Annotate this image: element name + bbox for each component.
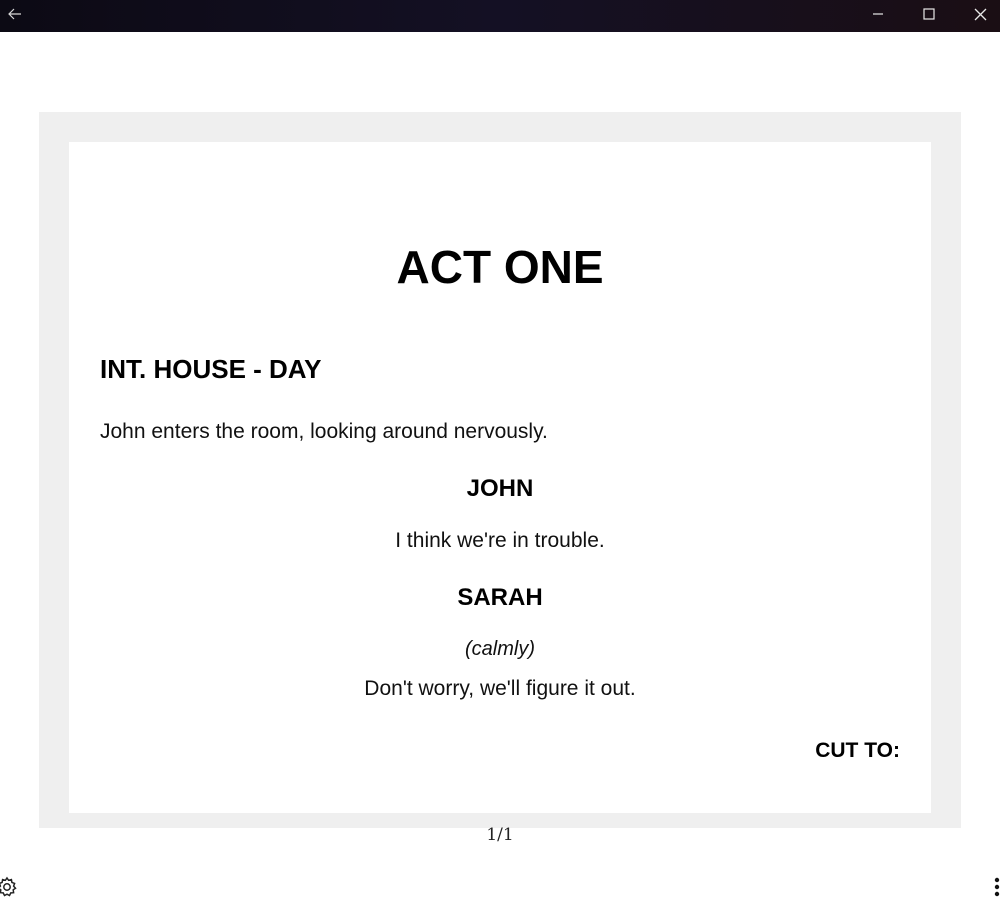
more-vertical-icon (994, 877, 1000, 897)
document-viewer[interactable]: ACT ONE INT. HOUSE - DAY John enters the… (39, 112, 961, 828)
gear-icon (0, 876, 17, 897)
character-name-sarah: SARAH (457, 584, 543, 611)
minimize-button[interactable] (858, 0, 898, 28)
close-button[interactable] (960, 0, 1000, 28)
action-line: John enters the room, looking around ner… (100, 420, 548, 443)
parenthetical-sarah: (calmly) (465, 638, 535, 660)
more-options-button[interactable] (992, 874, 1000, 900)
arrow-left-icon (8, 8, 21, 20)
dialogue-sarah: Don't worry, we'll figure it out. (364, 677, 636, 700)
script-page: ACT ONE INT. HOUSE - DAY John enters the… (69, 142, 931, 813)
character-name-john: JOHN (466, 475, 534, 502)
back-button[interactable] (0, 0, 30, 28)
page-indicator: 1/1 (486, 825, 514, 845)
scene-heading: INT. HOUSE - DAY (100, 354, 322, 384)
minimize-icon (873, 13, 883, 15)
maximize-icon (923, 8, 935, 20)
close-icon (974, 8, 986, 20)
settings-button[interactable] (0, 874, 20, 900)
maximize-button[interactable] (909, 0, 949, 28)
dialogue-john: I think we're in trouble. (395, 529, 605, 552)
transition: CUT TO: (815, 739, 900, 762)
act-heading: ACT ONE (396, 241, 604, 293)
title-bar (0, 0, 1000, 32)
